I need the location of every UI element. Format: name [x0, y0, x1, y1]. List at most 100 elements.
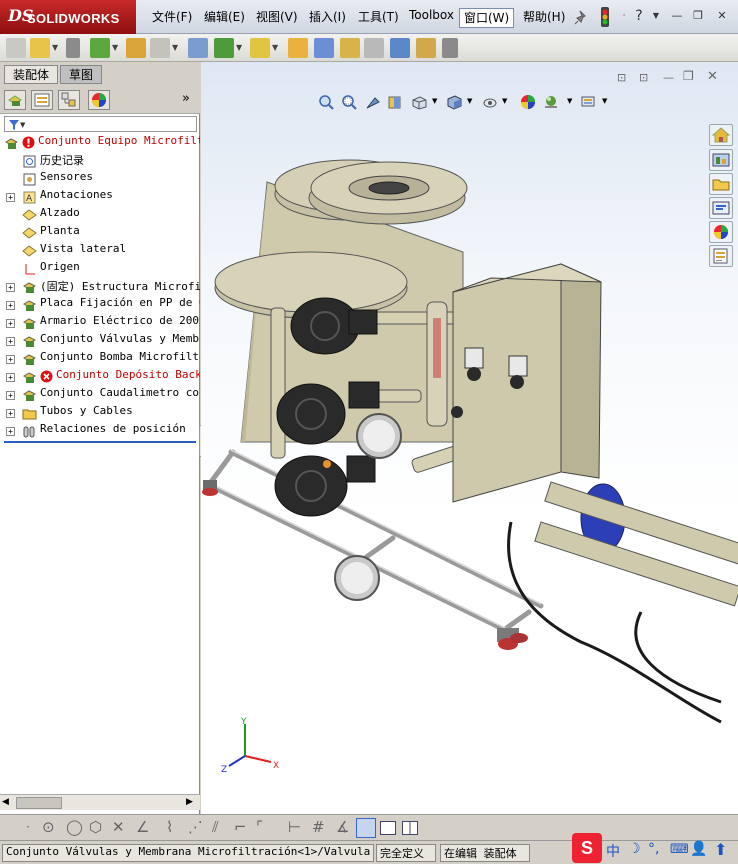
apply-scene-icon[interactable] [543, 94, 559, 110]
tree-item[interactable]: + Armario Eléctrico de 200x1 [0, 314, 200, 332]
tree-item[interactable]: 历史记录 [0, 152, 200, 170]
menu-file[interactable]: 文件(F) [148, 8, 196, 28]
tree-expand-icon[interactable]: + [6, 319, 15, 328]
exploded-view-icon[interactable] [364, 38, 384, 58]
tab-assembly[interactable]: 装配体 [4, 65, 59, 84]
new-motion-study-icon[interactable] [314, 38, 334, 58]
pushpin-icon[interactable] [574, 9, 590, 25]
edit-appearance-icon[interactable] [520, 94, 536, 110]
ime-user-icon[interactable]: 👤 [690, 841, 707, 857]
move-component-icon[interactable] [188, 38, 208, 58]
extend-icon[interactable]: ∠ [136, 818, 149, 836]
sogou-ime-logo-icon[interactable]: S [572, 833, 602, 863]
apply-scene-dropdown-icon[interactable]: ▼ [567, 97, 572, 105]
tree-horizontal-scrollbar[interactable]: ◀ ▶ [0, 794, 200, 810]
tree-item[interactable]: + Conjunto Bomba Microfiltre [0, 350, 200, 368]
hide-show-items-icon[interactable] [482, 94, 498, 110]
zoom-to-fit-icon[interactable] [318, 94, 334, 110]
ime-language-indicator[interactable]: 中 [606, 841, 620, 861]
display-style-dropdown-icon[interactable]: ▼ [467, 97, 472, 105]
mate-dropdown-icon[interactable]: ▼ [112, 38, 120, 58]
view-orientation-dropdown-icon[interactable]: ▼ [432, 97, 437, 105]
ime-keyboard-icon[interactable]: ⌨ [670, 842, 689, 857]
graphics-area[interactable]: ⊡ ⊡ — ❐ ✕ ▼ ▼ ▼ ▼ ▼ Y X Z [201, 62, 738, 814]
view-orientation-icon[interactable] [411, 94, 427, 110]
scroll-left-arrow-icon[interactable]: ◀ [2, 797, 9, 807]
assembly-features-dropdown-icon[interactable]: ▼ [272, 38, 280, 58]
menu-view[interactable]: 视图(V) [252, 8, 302, 28]
tree-item[interactable]: + Conjunto Depósito BackW [0, 368, 200, 386]
new-part-icon[interactable] [6, 38, 26, 58]
paperclip-icon[interactable] [66, 38, 80, 58]
tree-expand-icon[interactable]: + [6, 427, 15, 436]
tree-item[interactable]: + Conjunto Válvulas y Membra [0, 332, 200, 350]
menu-window[interactable]: 窗口(W) [459, 8, 515, 28]
instant3d-icon[interactable] [442, 38, 458, 58]
menu-toolbox[interactable]: Toolbox [405, 8, 458, 28]
traffic-light-icon[interactable] [600, 6, 610, 28]
ime-punctuation-icon[interactable]: °, [648, 841, 659, 857]
menu-insert[interactable]: 插入(I) [305, 8, 350, 28]
property-manager-tab-icon[interactable] [31, 90, 53, 110]
smart-fasteners-dropdown-icon[interactable]: ▼ [172, 38, 180, 58]
previous-view-icon[interactable] [365, 94, 381, 110]
feature-manager-tab-icon[interactable] [4, 90, 26, 110]
zoom-to-area-icon[interactable] [341, 94, 357, 110]
offset-entities-icon[interactable]: ⌇ [166, 818, 173, 836]
mirror-entities-icon[interactable]: ⋰ [188, 818, 203, 836]
smart-dimension-icon[interactable]: ⊢ [288, 818, 301, 836]
insert-component-dropdown-icon[interactable]: ▼ [52, 38, 60, 58]
corner-rectangle-icon[interactable]: ⌐ [234, 818, 247, 836]
solidworks-logo[interactable]: DS SOLIDWORKS [0, 0, 136, 34]
trim-icon[interactable]: ✕ [112, 818, 125, 836]
scroll-thumb[interactable] [16, 797, 62, 809]
scroll-right-arrow-icon[interactable]: ▶ [186, 797, 193, 807]
viewport-tile-left-icon[interactable]: ⊡ [617, 71, 626, 84]
options-dropdown-icon[interactable]: · [616, 8, 632, 24]
tree-filter-input[interactable]: ▼ [4, 116, 197, 132]
display-manager-tab-icon[interactable] [88, 90, 110, 110]
close-icon[interactable]: ✕ [714, 8, 730, 24]
viewport-restore-icon[interactable]: ❐ [683, 69, 694, 83]
menu-tools[interactable]: 工具(T) [354, 8, 403, 28]
tree-expand-icon[interactable]: + [6, 337, 15, 346]
help-dropdown-icon[interactable]: ▼ [648, 8, 664, 24]
linear-sketch-pattern-icon[interactable]: ⫽ [212, 818, 219, 836]
clearance-verification-icon[interactable] [416, 38, 436, 58]
viewport-tile-right-icon[interactable]: ⊡ [639, 71, 648, 84]
3d-sketch-icon[interactable] [356, 818, 376, 838]
construction-geometry-icon[interactable]: ⌜ [256, 818, 263, 836]
linear-pattern-icon[interactable] [126, 38, 146, 58]
tree-item[interactable]: + Conjunto Caudalimetro con [0, 386, 200, 404]
tree-item[interactable]: + A Anotaciones [0, 188, 200, 206]
tree-expand-icon[interactable]: + [6, 193, 15, 202]
tree-expand-icon[interactable]: + [6, 373, 15, 382]
centerpoint-arc-icon[interactable]: ◯ [66, 818, 83, 836]
viewport-close-icon[interactable]: ✕ [707, 69, 718, 84]
single-window-icon[interactable] [380, 821, 396, 835]
bill-of-materials-icon[interactable] [340, 38, 360, 58]
tree-expand-icon[interactable]: + [6, 391, 15, 400]
show-hidden-dropdown-icon[interactable]: ▼ [236, 38, 244, 58]
tree-expand-icon[interactable]: + [6, 409, 15, 418]
menu-edit[interactable]: 编辑(E) [200, 8, 249, 28]
tree-item[interactable]: + Relaciones de posición [0, 422, 200, 440]
tab-sketch[interactable]: 草图 [60, 65, 103, 84]
grid-icon[interactable]: # [312, 818, 325, 836]
show-hidden-components-icon[interactable] [214, 38, 234, 58]
microfiltration-model-3d[interactable] [201, 142, 738, 762]
tree-expand-icon[interactable]: + [6, 301, 15, 310]
viewport-minimize-icon[interactable]: — [663, 71, 674, 84]
view-settings-dropdown-icon[interactable]: ▼ [602, 97, 607, 105]
assembly-features-icon[interactable] [250, 38, 270, 58]
split-window-icon[interactable] [402, 821, 418, 835]
circle-icon[interactable]: ⊙ [42, 818, 55, 836]
tree-item[interactable]: + Tubos y Cables [0, 404, 200, 422]
insert-component-icon[interactable] [30, 38, 50, 58]
reference-geometry-icon[interactable] [288, 38, 308, 58]
ime-halfwidth-icon[interactable]: ☽ [628, 841, 641, 857]
section-view-icon[interactable] [387, 94, 403, 110]
display-style-icon[interactable] [446, 94, 462, 110]
help-question-icon[interactable]: ? [631, 8, 647, 24]
tree-item[interactable]: + (固定) Estructura Microfil [0, 278, 200, 296]
